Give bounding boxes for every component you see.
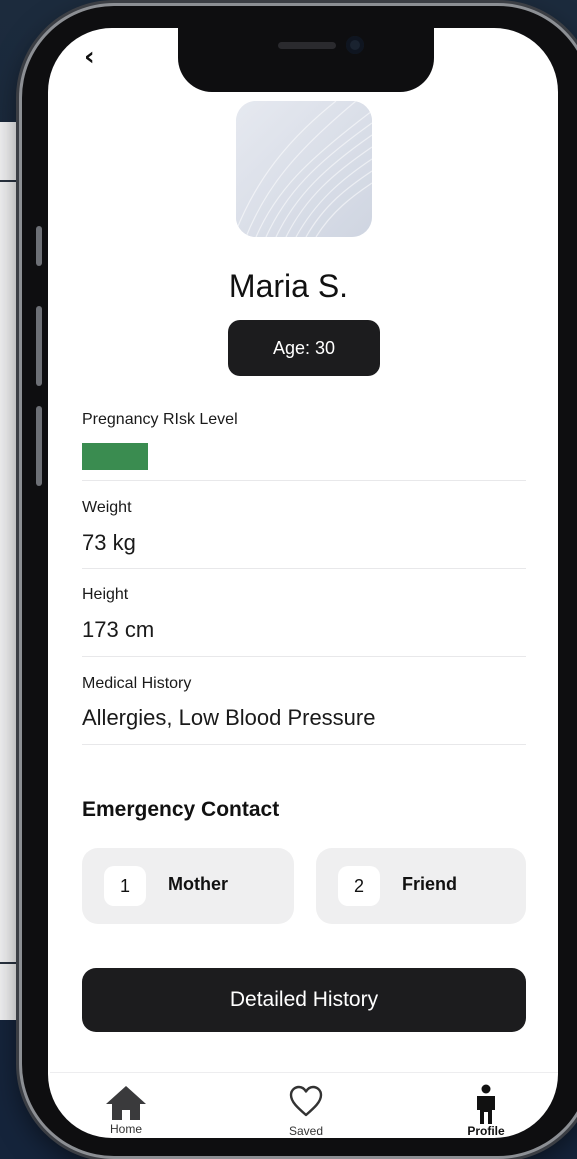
tab-home-label: Home: [109, 1122, 142, 1136]
avatar: [236, 101, 372, 237]
contact-number: 1: [104, 866, 146, 906]
speaker-grille: [278, 42, 336, 49]
tab-profile[interactable]: Profile: [460, 1084, 512, 1138]
risk-level-label: Pregnancy RIsk Level: [82, 411, 238, 428]
height-value: 173 cm: [82, 617, 155, 642]
weight-value: 73 kg: [82, 530, 136, 555]
tab-profile-label: Profile: [467, 1124, 505, 1138]
divider: [82, 568, 526, 569]
profile-name: Maria S.: [228, 268, 349, 304]
phone-volume-down: [36, 406, 42, 486]
person-icon: [477, 1084, 495, 1124]
tab-saved-label: Saved: [288, 1124, 324, 1138]
height-label: Height: [82, 586, 129, 603]
heart-icon: [289, 1085, 323, 1117]
phone-volume-up: [36, 306, 42, 386]
contact-name: Mother: [168, 874, 228, 894]
medical-history-value: Allergies, Low Blood Pressure: [82, 705, 376, 730]
contact-card-mother[interactable]: 1 Mother: [82, 848, 294, 924]
contact-card-friend[interactable]: 2 Friend: [316, 848, 526, 924]
divider: [82, 656, 526, 657]
phone-side-button: [36, 226, 42, 266]
tab-bar-divider: [50, 1072, 558, 1073]
avatar-image: [236, 101, 372, 237]
camera-icon: [346, 36, 364, 54]
home-icon: [106, 1086, 146, 1120]
divider: [82, 480, 526, 481]
back-button[interactable]: ‹: [84, 42, 106, 72]
tab-saved[interactable]: Saved: [282, 1084, 330, 1138]
contact-number: 2: [338, 866, 380, 906]
phone-notch: [178, 22, 434, 92]
medical-history-label: Medical History: [82, 675, 192, 692]
divider: [82, 744, 526, 745]
tab-home[interactable]: Home: [100, 1084, 152, 1136]
risk-level-indicator: [82, 443, 148, 470]
contact-name: Friend: [402, 874, 458, 894]
age-badge: Age: 30: [228, 320, 380, 376]
chevron-left-icon: ‹: [84, 42, 95, 72]
emergency-contact-title: Emergency Contact: [82, 798, 280, 821]
weight-label: Weight: [82, 499, 132, 516]
detailed-history-button[interactable]: Detailed History: [82, 968, 526, 1032]
